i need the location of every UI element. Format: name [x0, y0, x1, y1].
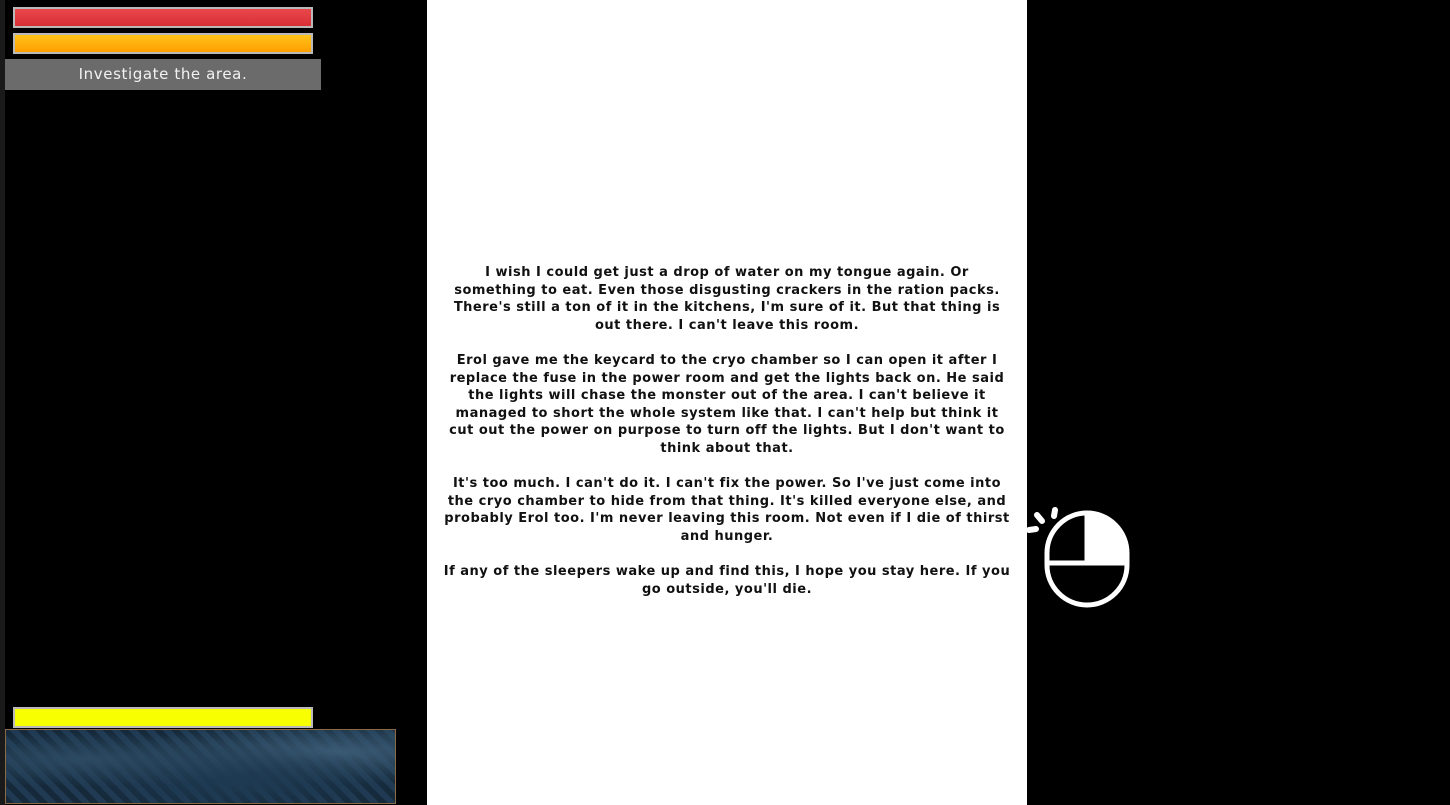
game-screen: Investigate the area. I wish I could get… [0, 0, 1450, 805]
flashlight-battery-fill [15, 709, 311, 726]
note-text: I wish I could get just a drop of water … [443, 264, 1011, 616]
health-bar-fill [15, 9, 311, 26]
note-paragraph: I wish I could get just a drop of water … [453, 265, 1001, 333]
stamina-bar [13, 33, 313, 54]
note-paragraph: If any of the sleepers wake up and find … [443, 564, 1011, 597]
character-portrait [5, 729, 396, 804]
stamina-bar-fill [15, 35, 311, 52]
note-paragraph: It's too much. I can't do it. I can't fi… [444, 476, 1010, 544]
mouse-left-click-icon[interactable] [1026, 505, 1132, 609]
note-page[interactable]: I wish I could get just a drop of water … [427, 0, 1027, 805]
objective-text: Investigate the area. [5, 59, 321, 90]
flashlight-battery-bar [13, 707, 313, 728]
note-paragraph: Erol gave me the keycard to the cryo cha… [449, 352, 1005, 456]
health-bar [13, 7, 313, 28]
screen-edge [0, 0, 5, 805]
